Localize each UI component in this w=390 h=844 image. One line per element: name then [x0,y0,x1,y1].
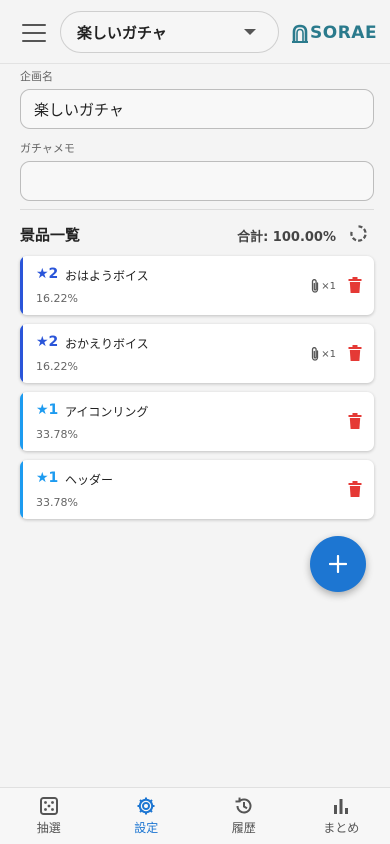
delete-icon[interactable] [348,345,362,361]
sorae-logo: SORAE [291,20,377,46]
attachment-count: ×1 [321,348,336,360]
prize-rarity: ★1 [36,402,59,418]
delete-icon[interactable] [348,277,362,293]
plus-icon [329,555,347,573]
paperclip-icon [312,279,319,293]
nav-label-history: 履歴 [231,821,256,835]
nav-label-settings: 設定 [134,821,159,835]
dice-icon [39,797,58,815]
prize-card[interactable]: ★1 アイコンリング 33.78% [20,392,374,451]
paperclip-icon [312,347,319,361]
prize-card[interactable]: ★2 おはようボイス 16.22% ×1 [20,256,374,315]
attachment-count: ×1 [321,280,336,292]
app-header: 楽しいガチャ SORAE [0,0,390,64]
total-percentage: 合計: 100.00% [237,230,336,245]
prize-probability: 16.22% [36,360,78,373]
nav-label-draw: 抽選 [36,821,61,835]
prize-name: おはようボイス [65,269,149,283]
prize-rarity: ★1 [36,470,59,486]
bottom-navigation: 抽選 設定 履歴 まとめ [0,787,390,844]
prize-rarity: ★2 [36,266,59,282]
nav-item-draw[interactable]: 抽選 [0,788,98,844]
gacha-selector[interactable]: 楽しいガチャ [60,11,279,53]
gacha-memo-label: ガチャメモ [20,142,75,155]
add-prize-button[interactable] [310,536,366,592]
prize-list-title: 景品一覧 [20,226,81,244]
prize-card[interactable]: ★2 おかえりボイス 16.22% ×1 [20,324,374,383]
nav-item-summary[interactable]: まとめ [293,788,390,844]
prize-probability: 33.78% [36,428,78,441]
attachment-indicator: ×1 [310,278,336,294]
caret-down-icon [244,29,256,35]
prize-name: おかえりボイス [65,337,149,351]
rarity-color-bar [20,324,23,383]
section-divider [20,209,374,210]
history-icon [235,797,252,814]
sorae-logo-icon [292,24,308,43]
logo-text: SORAE [310,23,378,43]
rarity-color-bar [20,460,23,519]
project-name-label: 企画名 [20,70,53,83]
attachment-indicator: ×1 [310,346,336,362]
nav-item-settings[interactable]: 設定 [98,788,196,844]
delete-icon[interactable] [348,413,362,429]
rarity-color-bar [20,256,23,315]
prize-name: アイコンリング [65,405,149,419]
prize-rarity: ★2 [36,334,59,350]
gacha-memo-field[interactable] [20,161,374,201]
bar-chart-icon [334,799,349,814]
gear-icon [137,797,155,815]
refresh-icon[interactable] [349,224,368,243]
nav-label-summary: まとめ [323,821,360,835]
delete-icon[interactable] [348,481,362,497]
rarity-color-bar [20,392,23,451]
project-name-field[interactable]: 楽しいガチャ [20,89,374,129]
hamburger-menu-icon[interactable] [22,24,46,42]
prize-card[interactable]: ★1 ヘッダー 33.78% [20,460,374,519]
gacha-selector-value: 楽しいガチャ [77,23,167,42]
prize-probability: 16.22% [36,292,78,305]
nav-item-history[interactable]: 履歴 [195,788,293,844]
prize-name: ヘッダー [65,473,114,487]
prize-probability: 33.78% [36,496,78,509]
